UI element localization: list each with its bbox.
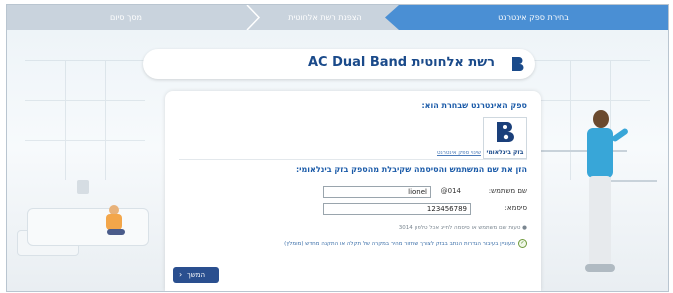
step-separator-icon bbox=[246, 5, 261, 30]
backup-settings-option[interactable]: ✓ מעוניין בעיבור הגדרות הנתב בבזק לצורך … bbox=[284, 239, 527, 248]
lamp-decoration bbox=[77, 180, 89, 194]
divider bbox=[179, 159, 527, 160]
password-label: סיסמא: bbox=[504, 204, 527, 212]
username-domain-suffix: @014 bbox=[440, 187, 461, 195]
wizard-steps: מסך סיום הצפנת רשת אלחוטית בחירת ספק אינ… bbox=[7, 5, 668, 30]
woman-figure bbox=[577, 110, 630, 280]
username-label: שם משתמש: bbox=[488, 187, 527, 195]
provider-logo: בזק בינלאומי bbox=[483, 117, 527, 159]
settings-panel: ספק האינטרנט שבחרת הוא: בזק בינלאומי שינ… bbox=[165, 91, 541, 291]
bezeq-international-logo-icon bbox=[497, 122, 514, 142]
app-frame: מסך סיום הצפנת רשת אלחוטית בחירת ספק אינ… bbox=[6, 4, 669, 292]
provider-name: בזק בינלאומי bbox=[486, 149, 524, 156]
provider-title: ספק האינטרנט שבחרת הוא: bbox=[421, 101, 527, 110]
next-button-label: המשך bbox=[186, 271, 206, 279]
username-input[interactable]: lionel bbox=[323, 186, 431, 198]
password-input[interactable]: 123456789 bbox=[323, 203, 471, 215]
bezeq-logo-icon bbox=[507, 54, 527, 74]
change-provider-link[interactable]: שינוי ספק אינטרנט bbox=[437, 150, 481, 156]
sofa-decoration bbox=[27, 208, 149, 246]
backup-settings-label: מעוניין בעיבור הגדרות הנתב בבזק לצורך שח… bbox=[284, 240, 515, 247]
form-instruction: הזן את שם המשתמש והסיסמה שקיבלת מהספק בז… bbox=[295, 165, 527, 174]
step-active-arrow-icon bbox=[385, 5, 399, 30]
chevron-left-icon: ‹ bbox=[179, 270, 183, 279]
next-button[interactable]: ‹ המשך bbox=[173, 267, 219, 283]
child-figure bbox=[103, 205, 125, 235]
checkbox-checked-icon[interactable]: ✓ bbox=[518, 239, 527, 248]
page-banner: רשת אלחוטית AC Dual Band bbox=[143, 49, 535, 79]
window-decoration bbox=[25, 60, 145, 180]
step-finish: מסך סיום bbox=[7, 5, 245, 30]
step-select-provider: בחירת ספק אינטרנט bbox=[399, 5, 668, 30]
help-note: ● טעות שם משתמש או סיסמה לחייג אכל טלפון… bbox=[398, 225, 527, 231]
page-title: רשת אלחוטית AC Dual Band bbox=[307, 55, 495, 70]
